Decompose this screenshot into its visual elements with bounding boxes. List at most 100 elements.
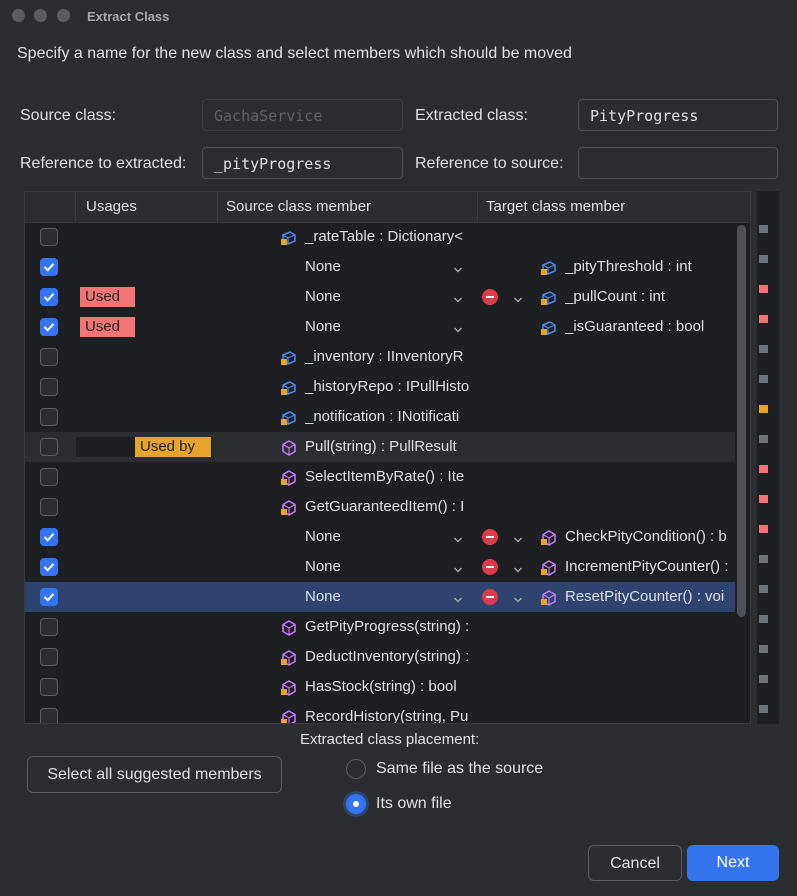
member-checkbox[interactable] <box>40 708 58 723</box>
stripe-marker[interactable] <box>759 315 768 323</box>
stripe-marker[interactable] <box>759 405 768 413</box>
method-icon <box>540 559 558 577</box>
table-row[interactable]: None CheckPityCondition() : b <box>25 522 735 552</box>
stripe-marker[interactable] <box>759 435 768 443</box>
remove-icon[interactable] <box>482 529 498 545</box>
member-checkbox[interactable] <box>40 588 58 606</box>
member-checkbox[interactable] <box>40 678 58 696</box>
table-row[interactable]: Used by Pull(string) : PullResult <box>25 432 735 462</box>
table-row[interactable]: GetPityProgress(string) : <box>25 612 735 642</box>
next-button[interactable]: Next <box>687 845 779 881</box>
reference-to-extracted-field[interactable]: _pityProgress <box>202 147 403 179</box>
stripe-marker[interactable] <box>759 555 768 563</box>
member-checkbox[interactable] <box>40 438 58 456</box>
table-row[interactable]: _notification : INotificati <box>25 402 735 432</box>
table-row[interactable]: _historyRepo : IPullHisto <box>25 372 735 402</box>
table-row[interactable]: Used None _pullCount : int <box>25 282 735 312</box>
stripe-marker[interactable] <box>759 465 768 473</box>
method-icon <box>280 649 298 667</box>
column-divider[interactable] <box>477 192 478 222</box>
chevron-down-icon[interactable] <box>513 592 523 603</box>
stripe-marker[interactable] <box>759 255 768 263</box>
member-checkbox[interactable] <box>40 648 58 666</box>
member-checkbox[interactable] <box>40 318 58 336</box>
chevron-down-icon[interactable] <box>453 262 463 273</box>
table-row[interactable]: DeductInventory(string) : <box>25 642 735 672</box>
target-member-name: _pityThreshold : int <box>565 258 692 275</box>
stripe-marker[interactable] <box>759 375 768 383</box>
column-divider[interactable] <box>217 192 218 222</box>
table-row[interactable]: None _pityThreshold : int <box>25 252 735 282</box>
zoom-window-button[interactable] <box>57 9 70 22</box>
reference-to-source-field[interactable] <box>578 147 778 179</box>
remove-icon[interactable] <box>482 589 498 605</box>
table-scrollbar[interactable] <box>737 225 746 617</box>
same-file-radio[interactable] <box>346 759 366 779</box>
member-checkbox[interactable] <box>40 408 58 426</box>
chevron-down-icon[interactable] <box>453 292 463 303</box>
table-row[interactable]: RecordHistory(string, Pu <box>25 702 735 723</box>
dialog-description: Specify a name for the new class and sel… <box>17 45 572 62</box>
extracted-class-field[interactable]: PityProgress <box>578 99 778 131</box>
target-member-column-header[interactable]: Target class member <box>486 198 625 215</box>
table-row[interactable]: None ResetPityCounter() : voi <box>25 582 735 612</box>
visibility-dropdown[interactable]: None <box>305 318 341 335</box>
member-checkbox[interactable] <box>40 558 58 576</box>
visibility-dropdown[interactable]: None <box>305 528 341 545</box>
used-by-badge: Used by <box>135 437 211 457</box>
member-checkbox[interactable] <box>40 228 58 246</box>
chevron-down-icon[interactable] <box>453 592 463 603</box>
visibility-dropdown[interactable]: None <box>305 258 341 275</box>
chevron-down-icon[interactable] <box>513 292 523 303</box>
chevron-down-icon[interactable] <box>513 532 523 543</box>
visibility-dropdown[interactable]: None <box>305 558 341 575</box>
stripe-marker[interactable] <box>759 705 768 713</box>
same-file-label[interactable]: Same file as the source <box>376 760 543 778</box>
table-row[interactable]: _inventory : IInventoryR <box>25 342 735 372</box>
member-checkbox[interactable] <box>40 528 58 546</box>
member-checkbox[interactable] <box>40 348 58 366</box>
remove-icon[interactable] <box>482 559 498 575</box>
visibility-dropdown[interactable]: None <box>305 288 341 305</box>
visibility-dropdown[interactable]: None <box>305 588 341 605</box>
method-icon <box>280 469 298 487</box>
chevron-down-icon[interactable] <box>513 562 523 573</box>
member-checkbox[interactable] <box>40 288 58 306</box>
member-checkbox[interactable] <box>40 378 58 396</box>
stripe-marker[interactable] <box>759 345 768 353</box>
source-member-column-header[interactable]: Source class member <box>226 198 371 215</box>
member-checkbox[interactable] <box>40 258 58 276</box>
table-row[interactable]: None IncrementPityCounter() : <box>25 552 735 582</box>
minimize-window-button[interactable] <box>34 9 47 22</box>
remove-icon[interactable] <box>482 289 498 305</box>
usages-column-header[interactable]: Usages <box>86 198 137 215</box>
table-row[interactable]: Used None _isGuaranteed : bool <box>25 312 735 342</box>
close-window-button[interactable] <box>12 9 25 22</box>
table-row[interactable]: SelectItemByRate() : Ite <box>25 462 735 492</box>
member-checkbox[interactable] <box>40 618 58 636</box>
stripe-marker[interactable] <box>759 525 768 533</box>
cancel-button[interactable]: Cancel <box>588 845 682 881</box>
select-suggested-button[interactable]: Select all suggested members <box>27 756 282 793</box>
method-icon <box>280 619 298 637</box>
table-row[interactable]: _rateTable : Dictionary< <box>25 222 735 252</box>
chevron-down-icon[interactable] <box>453 322 463 333</box>
stripe-marker[interactable] <box>759 675 768 683</box>
chevron-down-icon[interactable] <box>453 562 463 573</box>
own-file-label[interactable]: Its own file <box>376 795 452 813</box>
own-file-radio[interactable] <box>346 794 366 814</box>
member-checkbox[interactable] <box>40 468 58 486</box>
stripe-marker[interactable] <box>759 225 768 233</box>
table-row[interactable]: HasStock(string) : bool <box>25 672 735 702</box>
stripe-marker[interactable] <box>759 585 768 593</box>
column-divider[interactable] <box>75 192 76 222</box>
stripe-marker[interactable] <box>759 285 768 293</box>
stripe-marker[interactable] <box>759 495 768 503</box>
source-member-name: Pull(string) : PullResult <box>305 438 457 455</box>
chevron-down-icon[interactable] <box>453 532 463 543</box>
stripe-marker[interactable] <box>759 615 768 623</box>
member-checkbox[interactable] <box>40 498 58 516</box>
method-icon <box>280 439 298 457</box>
table-row[interactable]: GetGuaranteedItem() : I <box>25 492 735 522</box>
stripe-marker[interactable] <box>759 645 768 653</box>
